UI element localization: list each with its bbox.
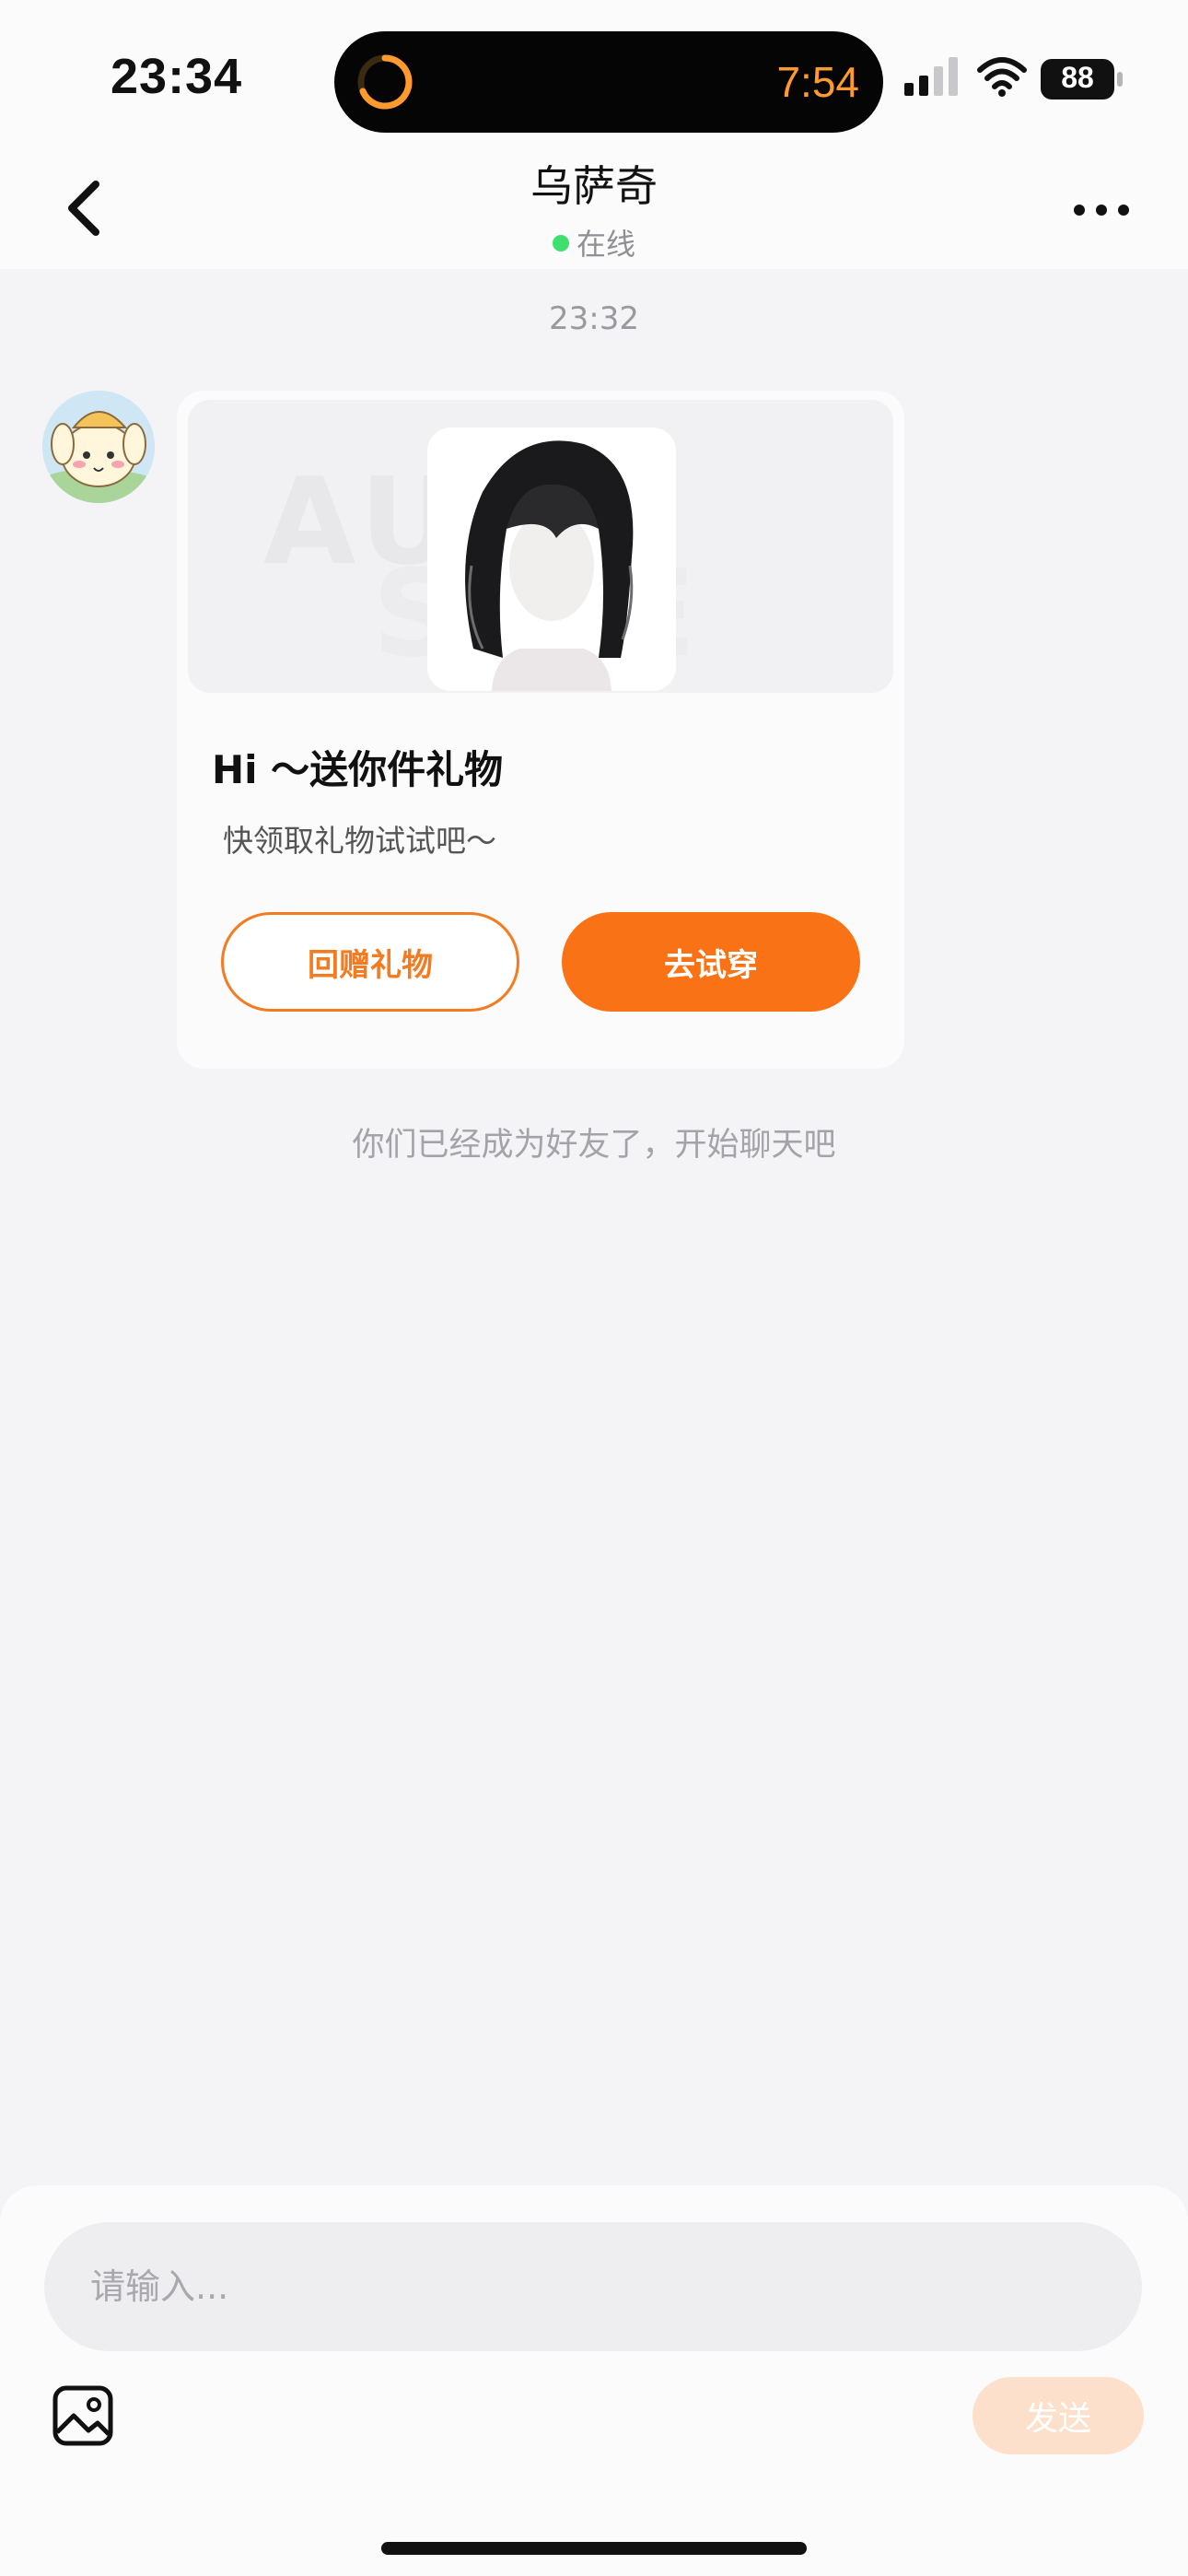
contact-name: 乌萨奇: [530, 161, 658, 211]
gift-hair-image: [427, 427, 676, 691]
gift-card[interactable]: AU R S RE Hi ～送你件礼物 快领取礼物试试吧～ 回赠礼物 去试穿: [177, 391, 904, 1069]
gift-card-title: Hi ～送你件礼物: [212, 747, 504, 792]
battery-icon: 88: [1041, 59, 1125, 100]
image-icon[interactable]: [52, 2384, 114, 2447]
battery-level: 88: [1061, 61, 1094, 94]
send-button[interactable]: 发送: [973, 2377, 1144, 2454]
status-bar: 23:34 7:54 88: [0, 0, 1188, 147]
wifi-icon: [977, 57, 1027, 97]
signal-icon: [904, 57, 958, 96]
timer-icon: [357, 54, 413, 110]
message-input-wrapper[interactable]: [44, 2222, 1142, 2351]
chat-header: 乌萨奇 在线: [0, 147, 1188, 269]
message-input[interactable]: [44, 2222, 1142, 2351]
friend-notice: 你们已经成为好友了，开始聊天吧: [352, 1127, 836, 1164]
dynamic-island[interactable]: 7:54: [334, 31, 883, 133]
composer: 发送: [0, 2185, 1188, 2576]
online-status-label: 在线: [576, 227, 635, 262]
try-on-button[interactable]: 去试穿: [562, 912, 860, 1012]
online-dot-icon: [552, 235, 569, 252]
more-icon[interactable]: [1072, 201, 1131, 219]
gift-banner: AU R S RE: [188, 400, 893, 693]
island-timer: 7:54: [776, 58, 859, 106]
gift-card-subtitle: 快领取礼物试试吧～: [223, 823, 496, 859]
avatar[interactable]: [42, 391, 155, 503]
home-indicator[interactable]: [381, 2542, 807, 2555]
return-gift-button[interactable]: 回赠礼物: [221, 912, 519, 1012]
status-time: 23:34: [111, 49, 243, 104]
message-timestamp: 23:32: [549, 300, 639, 337]
online-status: 在线: [0, 221, 1188, 263]
